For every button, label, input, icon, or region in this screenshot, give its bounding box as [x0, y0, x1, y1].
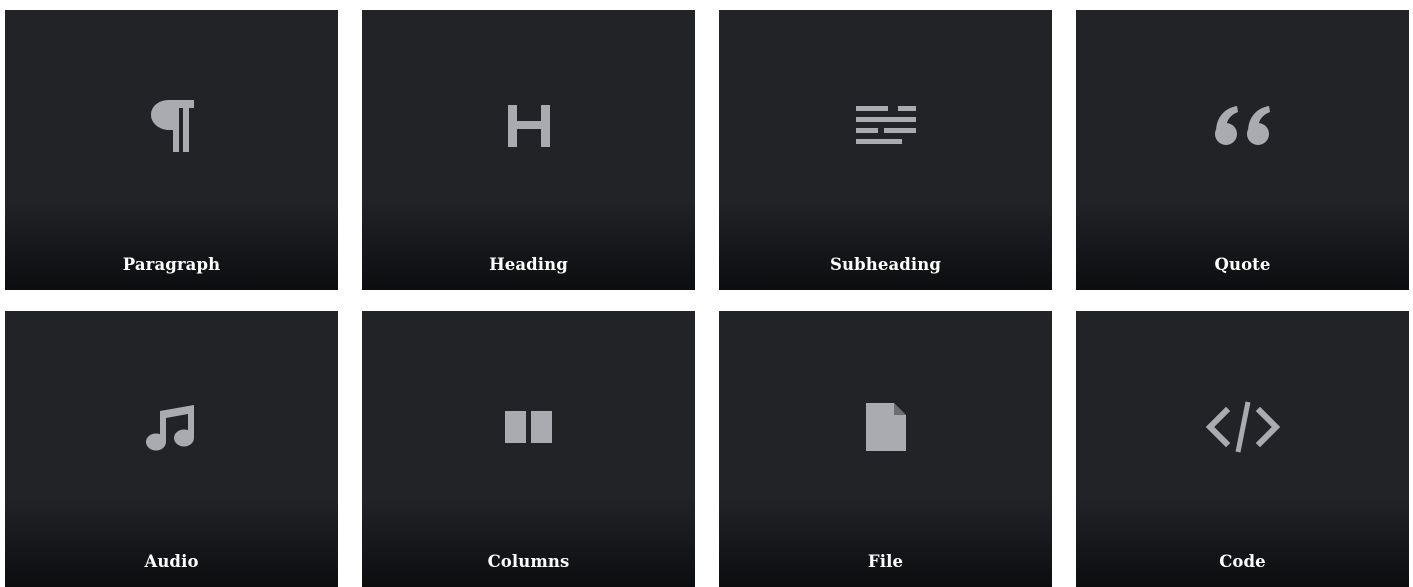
block-label: Columns — [487, 552, 570, 571]
block-tile-columns[interactable]: Columns — [362, 311, 695, 587]
code-icon — [1076, 389, 1409, 465]
block-label: Subheading — [830, 255, 941, 274]
block-tile-file[interactable]: File — [719, 311, 1052, 587]
subheading-icon — [719, 88, 1052, 164]
heading-icon — [362, 88, 695, 164]
block-tile-code[interactable]: Code — [1076, 311, 1409, 587]
block-label: Heading — [489, 255, 568, 274]
block-tile-audio[interactable]: Audio — [5, 311, 338, 587]
block-tile-quote[interactable]: Quote — [1076, 10, 1409, 290]
file-icon — [719, 389, 1052, 465]
paragraph-icon — [5, 88, 338, 164]
block-tile-paragraph[interactable]: Paragraph — [5, 10, 338, 290]
block-label: Paragraph — [122, 255, 221, 274]
block-label: Audio — [144, 552, 199, 571]
columns-icon — [362, 389, 695, 465]
block-tile-subheading[interactable]: Subheading — [719, 10, 1052, 290]
block-tile-heading[interactable]: Heading — [362, 10, 695, 290]
block-label: Code — [1219, 552, 1266, 571]
music-note-icon — [5, 389, 338, 465]
block-picker-grid: Paragraph Heading Subheading Quote Audio… — [0, 0, 1413, 587]
block-label: Quote — [1214, 255, 1271, 274]
quote-icon — [1076, 88, 1409, 164]
block-label: File — [867, 552, 904, 571]
